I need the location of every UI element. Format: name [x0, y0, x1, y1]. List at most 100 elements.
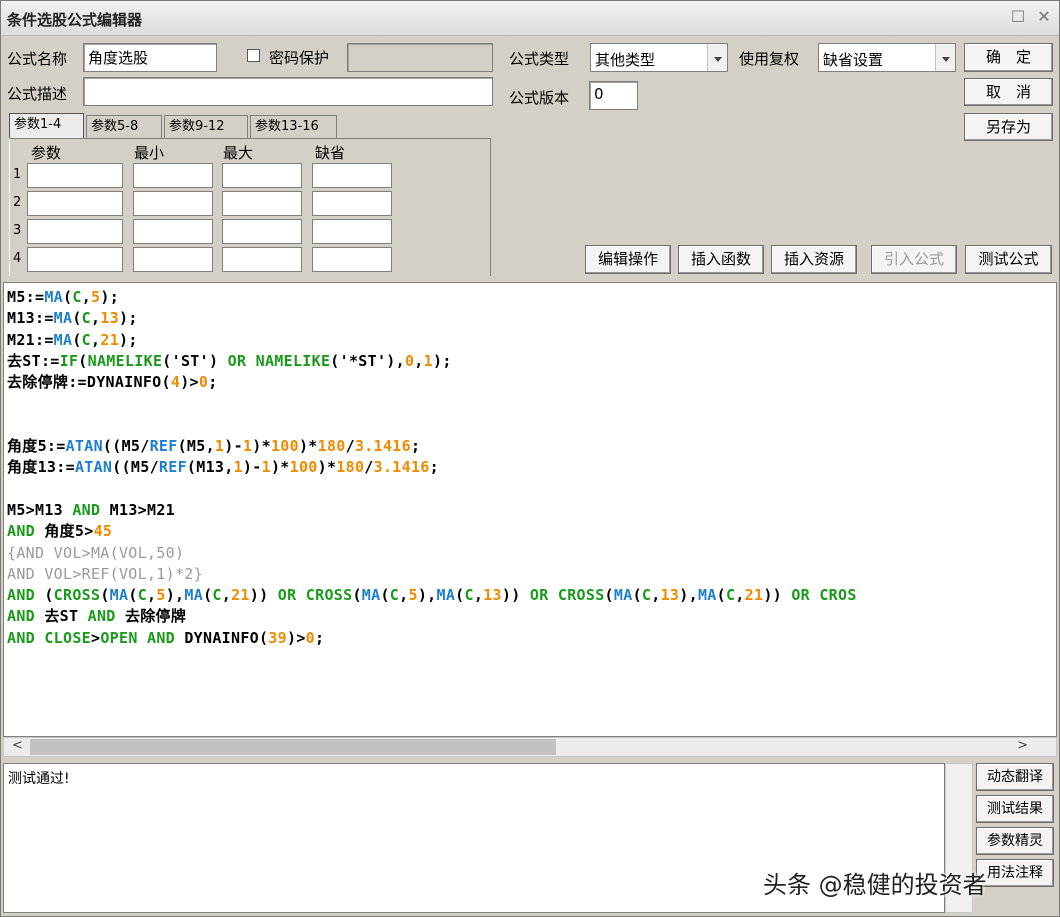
param-2-min-cell[interactable]	[133, 191, 213, 216]
param-4-name-cell[interactable]	[27, 247, 123, 272]
code-token: (	[203, 586, 213, 605]
code-line: 去除停牌:=DYNAINFO(4)>0;	[7, 372, 857, 393]
code-token: 13	[483, 586, 502, 605]
code-token: ('ST')	[162, 351, 228, 370]
test-result-button[interactable]: 测试结果	[976, 795, 1054, 823]
import-formula-button[interactable]: 引入公式	[871, 245, 957, 274]
code-line: AND 角度5>45	[7, 521, 857, 542]
param-4-max-cell[interactable]	[222, 247, 302, 272]
edit-ops-button[interactable]: 编辑操作	[585, 245, 671, 274]
tab-params-13-16[interactable]: 参数13-16	[250, 115, 337, 138]
dynamic-translate-button[interactable]: 动态翻译	[976, 763, 1054, 791]
code-line: M5:=MA(C,5);	[7, 287, 857, 308]
insert-function-button[interactable]: 插入函数	[678, 245, 764, 274]
code-token: OPEN	[100, 628, 138, 647]
param-2-default-cell[interactable]	[312, 191, 392, 216]
usage-notes-button[interactable]: 用法注释	[976, 859, 1054, 887]
code-token: (	[455, 586, 465, 605]
formula-version-label: 公式版本	[509, 89, 570, 107]
scroll-thumb[interactable]	[30, 739, 556, 755]
cancel-button[interactable]: 取 消	[964, 78, 1053, 106]
code-token: ,	[735, 586, 745, 605]
tab-params-5-8[interactable]: 参数5-8	[86, 115, 162, 138]
code-token: )*	[317, 458, 337, 477]
formula-desc-input[interactable]	[83, 77, 493, 106]
code-token: (	[35, 586, 54, 605]
rights-select[interactable]: 缺省设置	[818, 43, 956, 72]
code-token: 39	[268, 628, 287, 647]
code-token: 3.1416	[354, 437, 411, 456]
code-token: 3.1416	[373, 458, 430, 477]
horizontal-scrollbar[interactable]: < >	[3, 737, 1057, 757]
param-wizard-button[interactable]: 参数精灵	[976, 827, 1054, 855]
rights-label: 使用复权	[739, 50, 800, 68]
code-line: M5>M13 AND M13>M21	[7, 500, 857, 521]
code-token: 去ST:=	[7, 351, 60, 370]
code-token: AND	[7, 628, 35, 647]
formula-name-input[interactable]: 角度选股	[83, 43, 217, 72]
chevron-down-icon[interactable]	[707, 44, 727, 71]
code-token: 1	[214, 437, 225, 456]
scroll-left-icon[interactable]: <	[12, 738, 23, 753]
code-token: >	[91, 628, 101, 647]
ok-button[interactable]: 确 定	[964, 43, 1053, 72]
code-token: 去除停牌	[115, 607, 187, 626]
code-token: OR	[529, 586, 549, 605]
test-formula-button[interactable]: 测试公式	[965, 245, 1052, 274]
maximize-icon[interactable]: ☐	[1009, 8, 1027, 26]
formula-version-input[interactable]: 0	[589, 81, 638, 110]
code-token: ;	[410, 437, 421, 456]
param-3-min-cell[interactable]	[133, 219, 213, 244]
code-line: 去ST:=IF(NAMELIKE('ST') OR NAMELIKE('*ST'…	[7, 351, 857, 372]
param-2-name-cell[interactable]	[27, 191, 123, 216]
code-token: ,	[147, 586, 157, 605]
chevron-down-icon[interactable]	[935, 44, 955, 71]
param-3-name-cell[interactable]	[27, 219, 123, 244]
code-token: CLOSE	[44, 628, 91, 647]
code-token: ('*ST'),	[330, 351, 405, 370]
code-token: NAMELIKE	[87, 351, 163, 370]
code-token: MA	[361, 586, 381, 605]
param-4-min-cell[interactable]	[133, 247, 213, 272]
code-token: 去ST	[35, 607, 88, 626]
code-token: C	[725, 586, 736, 605]
code-token: 去除停牌:=DYNAINFO(	[7, 373, 171, 392]
code-token: )>	[287, 628, 306, 647]
password-label: 密码保护	[269, 49, 330, 67]
param-1-name-cell[interactable]	[27, 163, 123, 188]
rights-value: 缺省设置	[823, 51, 884, 69]
code-token: (	[72, 309, 82, 328]
scroll-right-icon[interactable]: >	[1017, 738, 1028, 753]
insert-resource-button[interactable]: 插入资源	[771, 245, 857, 274]
param-2-max-cell[interactable]	[222, 191, 302, 216]
param-1-min-cell[interactable]	[133, 163, 213, 188]
tab-params-1-4[interactable]: 参数1-4	[9, 113, 84, 139]
code-token: NAMELIKE	[255, 351, 331, 370]
param-4-default-cell[interactable]	[312, 247, 392, 272]
code-token: MA	[697, 586, 717, 605]
password-input[interactable]	[347, 43, 493, 72]
code-editor[interactable]: M5:=MA(C,5); M13:=MA(C,13); M21:=MA(C,21);…	[3, 282, 1057, 737]
formula-type-select[interactable]: 其他类型	[590, 43, 728, 72]
code-token: (	[716, 586, 726, 605]
param-1-max-cell[interactable]	[222, 163, 302, 188]
code-token: )*	[252, 437, 271, 456]
formula-type-label: 公式类型	[509, 50, 570, 68]
close-icon[interactable]: ✕	[1035, 8, 1053, 26]
code-token: (	[78, 351, 88, 370]
output-text: 测试通过!	[8, 771, 70, 787]
password-checkbox[interactable]	[247, 49, 260, 62]
param-3-default-cell[interactable]	[312, 219, 392, 244]
code-line: AND VOL>REF(VOL,1)*2}	[7, 564, 857, 585]
code-token: C	[72, 288, 82, 306]
param-1-default-cell[interactable]	[312, 163, 392, 188]
param-3-max-cell[interactable]	[222, 219, 302, 244]
save-as-button[interactable]: 另存为	[964, 113, 1053, 141]
code-line: M13:=MA(C,13);	[7, 308, 857, 329]
code-token: M13>M21	[100, 500, 175, 519]
tab-params-9-12[interactable]: 参数9-12	[164, 115, 248, 138]
